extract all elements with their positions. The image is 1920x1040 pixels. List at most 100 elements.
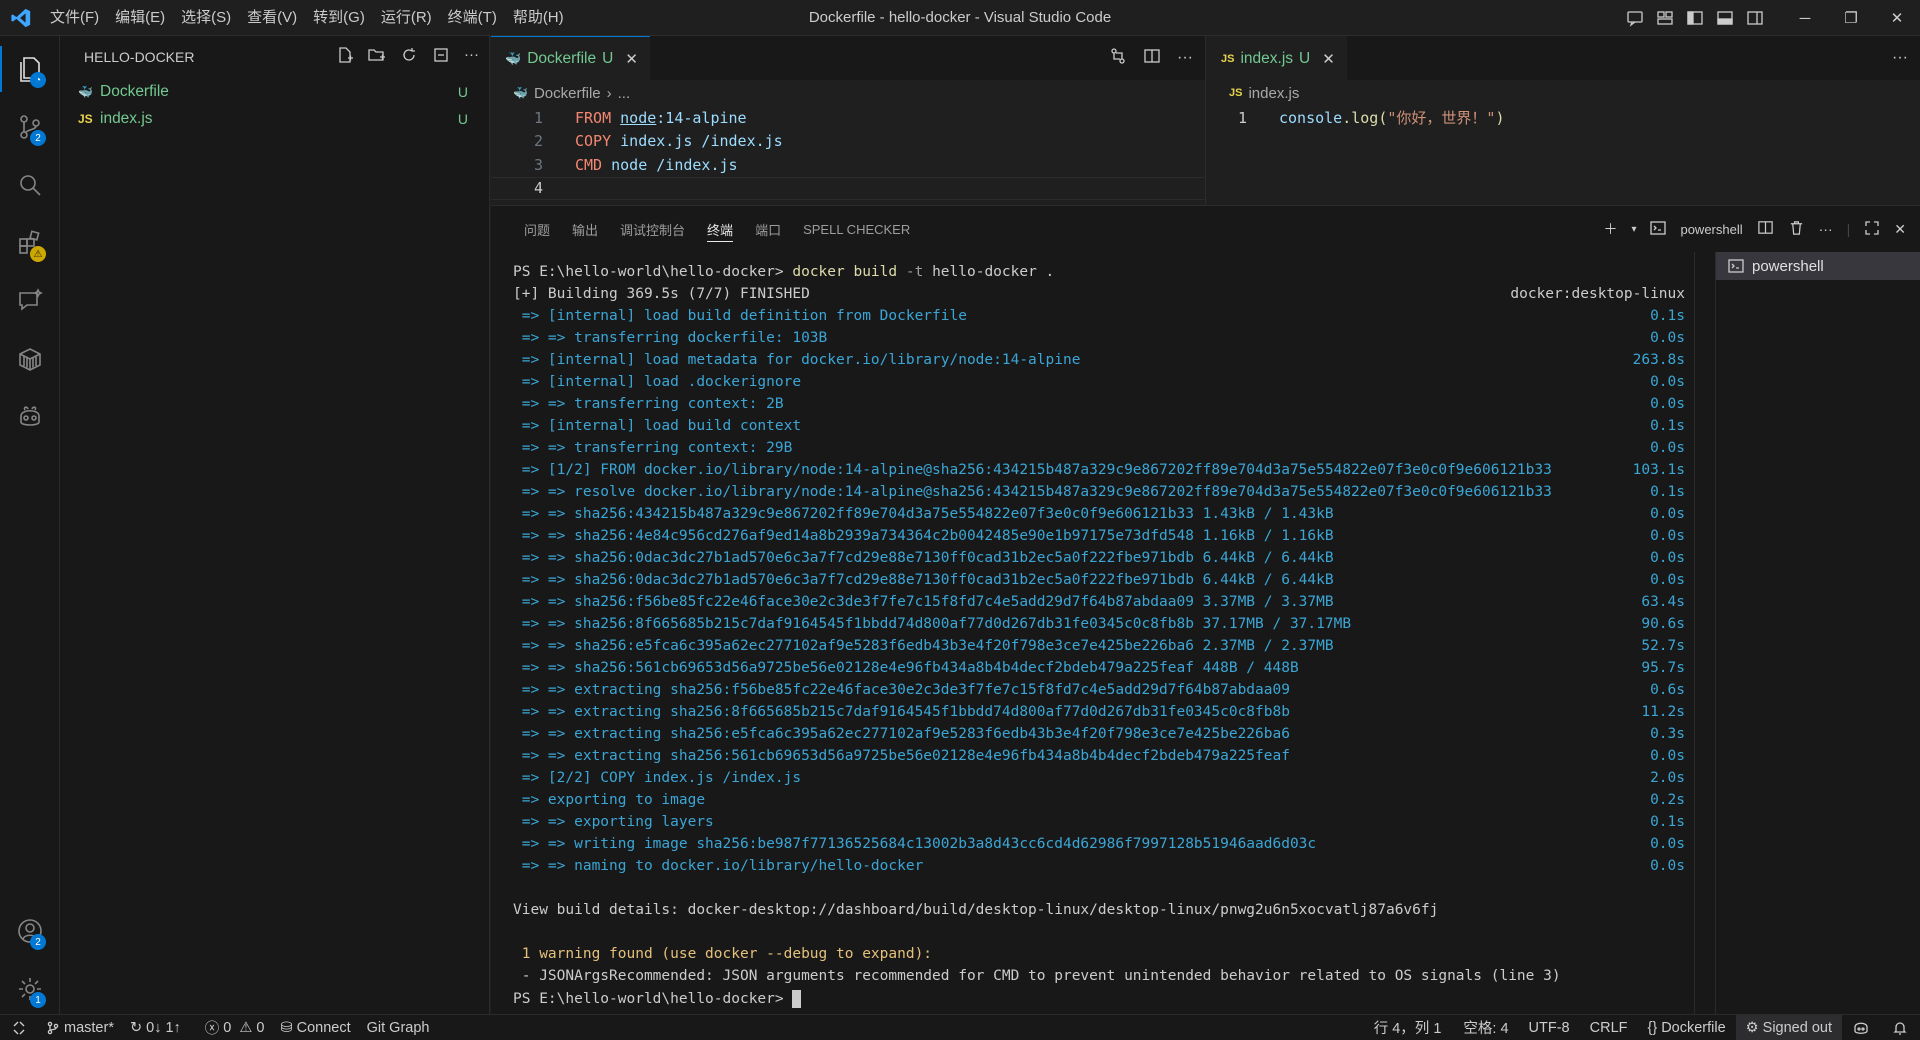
maximize-panel-icon[interactable]	[1864, 220, 1880, 239]
build-step-time: 0.1s	[1650, 484, 1685, 500]
javascript-file-icon: JS	[78, 111, 93, 126]
build-step-text: => => sha256:f56be85fc22e46face30e2c3de3…	[513, 594, 1334, 610]
editor-more-actions-icon[interactable]: ···	[1892, 49, 1908, 67]
file-item-index-js[interactable]: JS index.js U	[60, 105, 489, 132]
tab-debug-console[interactable]: 调试控制台	[609, 206, 696, 252]
collapse-folders-icon[interactable]	[432, 46, 450, 68]
docker-containers-icon[interactable]	[0, 330, 60, 388]
code-area-index-js[interactable]: 1 console.log("你好，世界！")	[1207, 106, 1920, 130]
chat-icon[interactable]	[0, 272, 60, 330]
tab-dockerfile[interactable]: 🐳 Dockerfile U ✕	[491, 36, 650, 80]
terminal-list-item-powershell[interactable]: powershell	[1716, 252, 1920, 280]
signed-label: Signed out	[1762, 1019, 1832, 1036]
build-step-time: 11.2s	[1641, 704, 1685, 720]
tab-spell-checker[interactable]: SPELL CHECKER	[792, 206, 921, 252]
close-tab-icon[interactable]: ✕	[1322, 50, 1335, 68]
menu-file[interactable]: 文件(F)	[42, 0, 107, 36]
tab-index-js[interactable]: JS index.js U ✕	[1207, 36, 1347, 80]
close-window-icon[interactable]: ✕	[1874, 0, 1920, 36]
signed-out-button[interactable]: ⚙ Signed out	[1735, 1014, 1842, 1040]
toggle-secondary-sidebar-icon[interactable]	[1740, 0, 1770, 36]
refresh-explorer-icon[interactable]	[400, 46, 418, 68]
split-editor-icon[interactable]	[1143, 47, 1161, 70]
terminal-icon	[1650, 220, 1667, 239]
breadcrumb-file[interactable]: Dockerfile	[534, 85, 601, 102]
settings-gear-icon[interactable]: 1	[0, 960, 60, 1018]
code-area-dockerfile[interactable]: 1 FROM node:14-alpine 2 COPY index.js /i…	[491, 106, 1205, 200]
close-panel-icon[interactable]: ✕	[1894, 221, 1906, 238]
terminal-prompt: PS E:\hello-world\hello-docker>	[513, 264, 784, 280]
database-icon: ⛁	[280, 1019, 293, 1036]
build-step-line: => => extracting sha256:8f665685b215c7da…	[513, 704, 1685, 726]
menu-selection[interactable]: 选择(S)	[173, 0, 239, 36]
terminal-scrollbar[interactable]	[1694, 252, 1706, 1015]
breadcrumb-file[interactable]: index.js	[1248, 85, 1299, 102]
editor-group-right: JS index.js U ✕ ··· JS index.js 1 consol…	[1207, 36, 1920, 205]
language-mode[interactable]: {} Dockerfile	[1638, 1015, 1736, 1040]
menu-terminal[interactable]: 终端(T)	[440, 0, 505, 36]
sync-counts: 0↓ 1↑	[146, 1019, 181, 1036]
breadcrumb-symbol[interactable]: ...	[618, 85, 631, 102]
extensions-icon[interactable]: ⚠	[0, 214, 60, 272]
menu-help[interactable]: 帮助(H)	[505, 0, 572, 36]
line-number: 1	[1237, 108, 1247, 127]
build-step-line: => => sha256:4e84c956cd276af9ed14a8b2939…	[513, 528, 1685, 550]
source-control-icon[interactable]: 2	[0, 98, 60, 156]
build-step-time: 0.0s	[1650, 374, 1685, 390]
build-step-line: => => transferring dockerfile: 103B 0.0s	[513, 330, 1685, 352]
shell-label[interactable]: powershell	[1680, 222, 1742, 237]
tab-ports[interactable]: 端口	[744, 206, 792, 252]
new-terminal-icon[interactable]: ＋	[1603, 219, 1617, 239]
connect-button[interactable]: ⛁ Connect	[272, 1015, 358, 1040]
git-graph-button[interactable]: Git Graph	[359, 1015, 438, 1040]
remote-indicator-icon[interactable]	[0, 1015, 38, 1040]
terminal-output[interactable]: PS E:\hello-world\hello-docker> docker b…	[513, 264, 1685, 1012]
explorer-title: HELLO-DOCKER	[84, 49, 195, 65]
restore-icon[interactable]: ❐	[1828, 0, 1874, 36]
panel-more-actions-icon[interactable]: ···	[1819, 221, 1833, 237]
editor-more-actions-icon[interactable]: ···	[1177, 49, 1193, 67]
copilot-status-icon[interactable]	[1842, 1015, 1880, 1040]
split-terminal-icon[interactable]	[1757, 219, 1774, 239]
more-actions-icon[interactable]: ···	[464, 46, 479, 68]
sync-indicator[interactable]: ↻ 0↓ 1↑	[122, 1015, 189, 1040]
tab-terminal[interactable]: 终端	[696, 206, 744, 252]
indentation[interactable]: 空格: 4	[1453, 1015, 1518, 1040]
file-name: index.js	[100, 109, 153, 127]
problems-indicator[interactable]: ⓧ 0 ⚠ 0	[197, 1015, 273, 1040]
new-file-icon[interactable]	[336, 46, 354, 68]
code-text: index.js /index.js	[620, 132, 783, 151]
search-icon[interactable]	[0, 156, 60, 214]
tab-problems[interactable]: 问题	[513, 206, 561, 252]
code-line: 2 COPY index.js /index.js	[491, 130, 1205, 154]
toggle-primary-sidebar-icon[interactable]	[1680, 0, 1710, 36]
build-step-line: => => sha256:f56be85fc22e46face30e2c3de3…	[513, 594, 1685, 616]
build-step-line: => [internal] load build definition from…	[513, 308, 1685, 330]
error-count: 0	[223, 1019, 232, 1036]
menu-edit[interactable]: 编辑(E)	[107, 0, 173, 36]
accounts-icon[interactable]: 2	[0, 902, 60, 960]
customize-layout-icon[interactable]	[1650, 0, 1680, 36]
copilot-chat-icon[interactable]	[1620, 0, 1650, 36]
copilot-icon[interactable]	[0, 388, 60, 446]
close-tab-icon[interactable]: ✕	[625, 50, 638, 68]
file-item-dockerfile[interactable]: 🐳 Dockerfile U	[60, 78, 489, 105]
trash-icon[interactable]	[1788, 219, 1805, 239]
open-changes-icon[interactable]	[1109, 47, 1127, 70]
end-of-line[interactable]: CRLF	[1580, 1015, 1638, 1040]
chevron-down-icon[interactable]: ▾	[1631, 224, 1636, 235]
new-folder-icon[interactable]	[368, 46, 386, 68]
menu-view[interactable]: 查看(V)	[239, 0, 305, 36]
branch-indicator[interactable]: master*	[38, 1015, 122, 1040]
minimize-icon[interactable]: ─	[1782, 0, 1828, 36]
encoding[interactable]: UTF-8	[1519, 1015, 1580, 1040]
cursor-position[interactable]: 行 4，列 1	[1362, 1015, 1454, 1040]
terminal-line: PS E:\hello-world\hello-docker> docker b…	[513, 264, 1685, 286]
braces-icon: {}	[1647, 1019, 1658, 1036]
tab-output[interactable]: 输出	[561, 206, 609, 252]
explorer-icon[interactable]: ◔	[0, 40, 60, 98]
menu-go[interactable]: 转到(G)	[305, 0, 373, 36]
notifications-bell-icon[interactable]	[1880, 1015, 1920, 1040]
toggle-panel-icon[interactable]	[1710, 0, 1740, 36]
menu-run[interactable]: 运行(R)	[373, 0, 440, 36]
